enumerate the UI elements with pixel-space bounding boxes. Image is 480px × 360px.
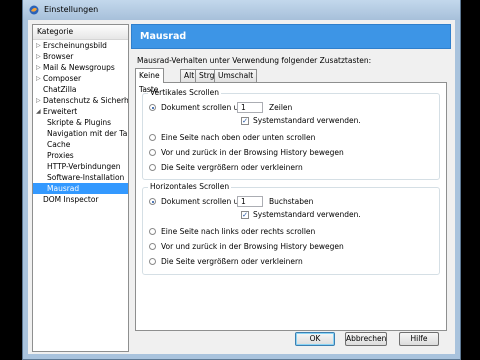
sidebar-item[interactable]: ◢ Erweitert: [33, 106, 128, 117]
vertical-default-label: Systemstandard verwenden.: [253, 116, 361, 125]
vertical-unit: Zeilen: [269, 103, 293, 112]
window-title: Einstellungen: [44, 5, 99, 14]
tab-umschalt[interactable]: Umschalt: [214, 69, 258, 82]
sidebar-item[interactable]: Software-Installation: [33, 172, 128, 183]
sidebar-item[interactable]: Cache: [33, 139, 128, 150]
sidebar-item-label: Datenschutz & Sicherheit: [43, 96, 128, 105]
vertical-scroll-group: Vertikales Scrollen Dokument scrollen um…: [142, 88, 440, 180]
horizontal-scroll-label: Dokument scrollen um: [161, 197, 246, 206]
tab-keine-taste[interactable]: Keine Taste: [135, 68, 164, 94]
collapsed-arrow-icon[interactable]: ▷: [36, 95, 41, 106]
sidebar-item[interactable]: ▷ Composer: [33, 73, 128, 84]
radio-button[interactable]: [149, 198, 156, 205]
radio-button[interactable]: [149, 164, 156, 171]
radio-button[interactable]: [149, 134, 156, 141]
option-label: Die Seite vergrößern oder verkleinern: [161, 163, 303, 172]
category-tree[interactable]: Kategorie ▷ Erscheinungsbild ▷ Browser ▷ Mail…: [32, 24, 129, 352]
sidebar-item-label: DOM Inspector: [43, 195, 99, 204]
panel-title: Mausrad: [131, 24, 451, 49]
sidebar-item-label: Skripte & Plugins: [47, 118, 112, 127]
sidebar-item-label: Mail & Newsgroups: [43, 63, 115, 72]
sidebar-item[interactable]: Mausrad: [33, 183, 128, 194]
sidebar-item-label: Cache: [47, 140, 71, 149]
title-bar[interactable]: Einstellungen: [23, 0, 460, 20]
expanded-arrow-icon[interactable]: ◢: [36, 106, 41, 117]
vertical-default-checkbox[interactable]: ✓: [241, 117, 249, 125]
option-label: Die Seite vergrößern oder verkleinern: [161, 257, 303, 266]
sidebar-item-label: Navigation mit der Ta...: [47, 129, 128, 138]
sidebar-item-label: ChatZilla: [43, 85, 77, 94]
vertical-lines-input[interactable]: 1: [237, 102, 263, 113]
cancel-button[interactable]: Abbrechen: [345, 332, 387, 346]
settings-panel: Mausrad Mausrad-Verhalten unter Verwendu…: [131, 24, 451, 331]
category-list: ▷ Erscheinungsbild ▷ Browser ▷ Mail & Newsgro…: [33, 40, 128, 205]
sidebar-item[interactable]: ▷ Browser: [33, 51, 128, 62]
option-label: Vor und zurück in der Browsing History b…: [161, 148, 344, 157]
radio-button[interactable]: [149, 258, 156, 265]
sidebar-item-label: Software-Installation: [47, 173, 125, 182]
sidebar-item[interactable]: HTTP-Verbindungen: [33, 161, 128, 172]
horizontal-scroll-group: Horizontales Scrollen Dokument scrollen …: [142, 182, 440, 275]
vertical-legend: Vertikales Scrollen: [148, 88, 221, 97]
horizontal-chars-input[interactable]: 1: [237, 196, 263, 207]
collapsed-arrow-icon[interactable]: ▷: [36, 40, 41, 51]
horizontal-unit: Buchstaben: [269, 197, 314, 206]
sidebar-item[interactable]: Proxies: [33, 150, 128, 161]
option-label: Eine Seite nach links oder rechts scroll…: [161, 227, 316, 236]
radio-button[interactable]: [149, 243, 156, 250]
sidebar-item[interactable]: ChatZilla: [33, 84, 128, 95]
radio-button[interactable]: [149, 104, 156, 111]
horizontal-legend: Horizontales Scrollen: [148, 182, 232, 191]
collapsed-arrow-icon[interactable]: ▷: [36, 62, 41, 73]
dialog-body: Kategorie ▷ Erscheinungsbild ▷ Browser ▷ Mail…: [28, 20, 455, 354]
horizontal-default-checkbox[interactable]: ✓: [241, 211, 249, 219]
panel-description: Mausrad-Verhalten unter Verwendung folge…: [137, 56, 372, 65]
preferences-window: Einstellungen Kategorie ▷ Erscheinungsbil…: [22, 0, 461, 360]
collapsed-arrow-icon[interactable]: ▷: [36, 73, 41, 84]
horizontal-default-label: Systemstandard verwenden.: [253, 210, 361, 219]
sidebar-item-label: Browser: [43, 52, 74, 61]
sidebar-item-label: HTTP-Verbindungen: [47, 162, 121, 171]
radio-button[interactable]: [149, 228, 156, 235]
sidebar-item-label: Mausrad: [47, 184, 80, 193]
ok-button[interactable]: OK: [295, 332, 335, 346]
category-header[interactable]: Kategorie: [33, 25, 128, 40]
app-icon: [29, 5, 39, 15]
sidebar-item[interactable]: DOM Inspector: [33, 194, 128, 205]
sidebar-item-label: Erscheinungsbild: [43, 41, 107, 50]
help-button[interactable]: Hilfe: [399, 332, 439, 346]
sidebar-item[interactable]: ▷Datenschutz & Sicherheit: [33, 95, 128, 106]
sidebar-item-label: Erweitert: [43, 107, 78, 116]
collapsed-arrow-icon[interactable]: ▷: [36, 51, 41, 62]
radio-button[interactable]: [149, 149, 156, 156]
sidebar-item-label: Composer: [43, 74, 82, 83]
sidebar-item[interactable]: Skripte & Plugins: [33, 117, 128, 128]
sidebar-item[interactable]: ▷ Mail & Newsgroups: [33, 62, 128, 73]
sidebar-item-label: Proxies: [47, 151, 74, 160]
option-label: Eine Seite nach oben oder unten scrollen: [161, 133, 316, 142]
vertical-scroll-label: Dokument scrollen um: [161, 103, 246, 112]
sidebar-item[interactable]: Navigation mit der Ta...: [33, 128, 128, 139]
tab-panel: Vertikales Scrollen Dokument scrollen um…: [135, 82, 447, 331]
sidebar-item[interactable]: ▷ Erscheinungsbild: [33, 40, 128, 51]
option-label: Vor und zurück in der Browsing History b…: [161, 242, 344, 251]
